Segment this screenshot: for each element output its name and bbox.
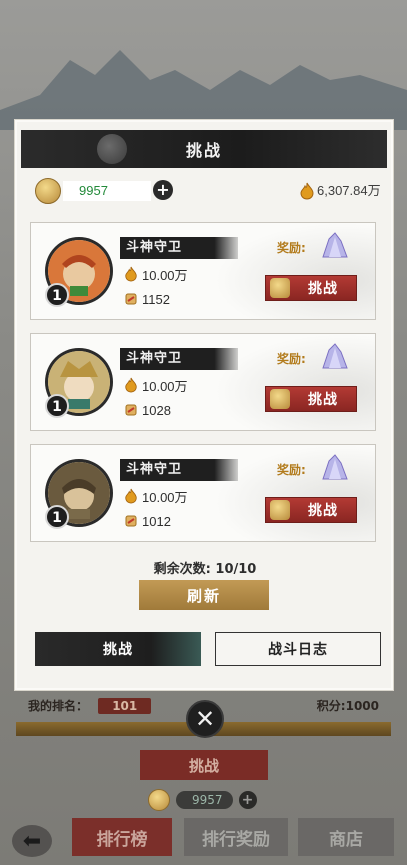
opponent-name: 斗神守卫	[120, 237, 238, 259]
add-currency-icon[interactable]: +	[238, 791, 257, 809]
opponent-name: 斗神守卫	[120, 348, 238, 370]
challenge-coin-icon	[35, 178, 61, 204]
power-flame-icon	[125, 377, 137, 393]
remaining-attempts: 剩余次数: 10/10	[153, 562, 257, 577]
background-challenge-button[interactable]: 挑战	[140, 750, 268, 780]
tab-rank-rewards[interactable]: 排行奖励	[184, 818, 288, 856]
score-stat: 1012	[124, 512, 171, 530]
rank-value: 101	[98, 697, 152, 714]
reward-label: 奖励:	[277, 352, 306, 366]
reward-label: 奖励:	[277, 463, 306, 477]
level-badge: 1	[45, 505, 69, 529]
add-coin-icon[interactable]: +	[153, 180, 173, 200]
opponent-name: 斗神守卫	[120, 459, 238, 481]
scroll-icon	[125, 404, 137, 416]
challenge-dialog: 挑战 9957 + 6,307.84万 1 斗神守卫 10.00万 1152 奖…	[14, 119, 394, 691]
refresh-button[interactable]: 刷新	[139, 580, 269, 610]
score-value: 1012	[142, 513, 171, 529]
power-value: 10.00万	[142, 489, 188, 505]
power-flame-icon	[125, 488, 137, 504]
crystal-reward-icon[interactable]	[319, 453, 351, 483]
score-value: 1152	[142, 291, 170, 307]
opponent-card: 1 斗神守卫 10.00万 1028 奖励: 挑战	[30, 333, 376, 431]
challenge-button[interactable]: 挑战	[265, 275, 357, 301]
scroll-icon	[125, 515, 137, 527]
resource-row: 9957 + 6,307.84万	[35, 178, 387, 204]
power-stat: 10.00万	[124, 487, 188, 505]
score-stat: 1028	[124, 401, 171, 419]
scroll-icon	[125, 293, 137, 305]
moon-decoration	[97, 134, 127, 164]
points-label: 积分:1000	[316, 698, 379, 713]
crystal-reward-icon[interactable]	[319, 231, 351, 261]
gold-flame-icon	[300, 182, 314, 200]
score-stat: 1152	[124, 290, 170, 308]
level-badge: 1	[45, 283, 69, 307]
power-stat: 10.00万	[124, 265, 188, 283]
close-icon[interactable]: ✕	[186, 700, 224, 738]
rank-label: 我的排名：	[28, 698, 89, 713]
tab-shop[interactable]: 商店	[298, 818, 394, 856]
level-badge: 1	[45, 394, 69, 418]
opponent-card: 1 斗神守卫 10.00万 1012 奖励: 挑战	[30, 444, 376, 542]
power-value: 10.00万	[142, 267, 188, 283]
crystal-reward-icon[interactable]	[319, 342, 351, 372]
power-stat: 10.00万	[124, 376, 188, 394]
challenge-token-icon	[270, 278, 290, 298]
dialog-tabs: 挑战 战斗日志	[35, 632, 381, 666]
tab-leaderboard[interactable]: 排行榜	[72, 818, 172, 856]
dialog-title: 挑战	[185, 141, 222, 160]
reward-label: 奖励:	[277, 241, 306, 255]
mountain-silhouette	[0, 50, 407, 130]
gold-value: 6,307.84万	[317, 183, 381, 198]
challenge-button[interactable]: 挑战	[265, 497, 357, 523]
challenge-token-icon	[270, 389, 290, 409]
background-currency-value: 9957	[176, 791, 233, 809]
power-flame-icon	[125, 266, 137, 282]
coin-icon	[148, 789, 170, 811]
challenge-token-icon	[270, 500, 290, 520]
coin-value: 9957	[63, 181, 151, 201]
score-value: 1028	[142, 402, 171, 418]
power-value: 10.00万	[142, 378, 188, 394]
dialog-title-bar: 挑战	[21, 130, 387, 168]
opponent-card: 1 斗神守卫 10.00万 1152 奖励: 挑战	[30, 222, 376, 320]
background-currency: 9957 +	[148, 788, 257, 812]
back-arrow-icon[interactable]: ⬅	[12, 825, 52, 857]
tab-challenge[interactable]: 挑战	[35, 632, 201, 666]
challenge-button[interactable]: 挑战	[265, 386, 357, 412]
tab-battle-log[interactable]: 战斗日志	[215, 632, 381, 666]
